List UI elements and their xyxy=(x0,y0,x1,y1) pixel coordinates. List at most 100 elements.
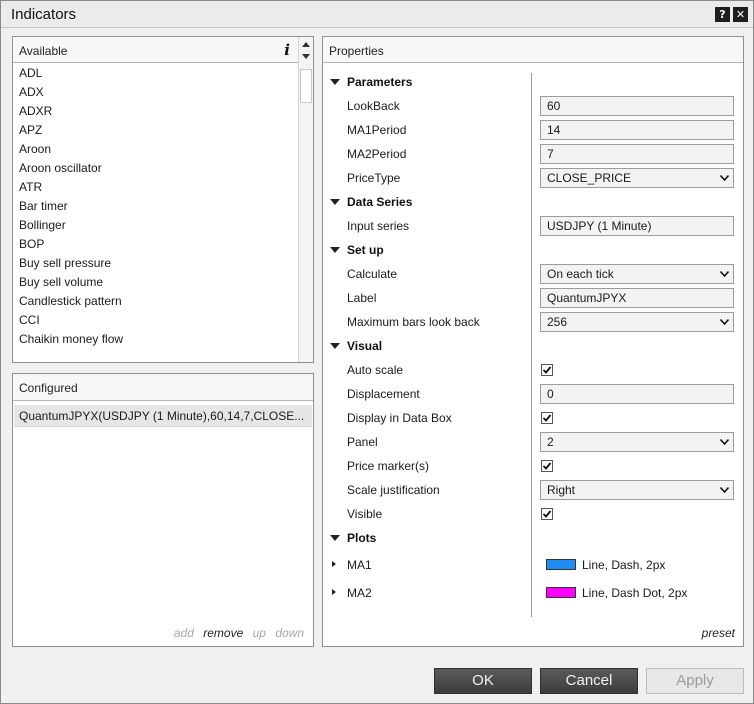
list-item[interactable]: BOP xyxy=(13,235,299,254)
property-scale-justification: Scale justification Right xyxy=(323,478,735,502)
configured-panel: Configured QuantumJPYX(USDJPY (1 Minute)… xyxy=(12,373,314,647)
property-label: LookBack xyxy=(347,99,400,113)
list-item[interactable]: ATR xyxy=(13,178,299,197)
configured-item[interactable]: QuantumJPYX(USDJPY (1 Minute),60,14,7,CL… xyxy=(14,405,312,427)
chevron-down-icon xyxy=(720,487,729,493)
list-item[interactable]: APZ xyxy=(13,121,299,140)
ma1-color-swatch[interactable] xyxy=(546,559,576,570)
list-item[interactable]: Aroon oscillator xyxy=(13,159,299,178)
help-icon[interactable]: ? xyxy=(715,7,730,22)
collapse-icon[interactable] xyxy=(330,535,340,541)
close-icon[interactable]: ✕ xyxy=(733,7,748,22)
checkmark-icon xyxy=(542,366,552,374)
list-item[interactable]: ADXR xyxy=(13,102,299,121)
category-parameters[interactable]: Parameters xyxy=(323,70,735,94)
list-item[interactable]: Aroon xyxy=(13,140,299,159)
property-max-bars: Maximum bars look back 256 xyxy=(323,310,735,334)
collapse-icon[interactable] xyxy=(330,79,340,85)
property-label: Input series xyxy=(347,219,410,233)
list-item[interactable]: Bollinger xyxy=(13,216,299,235)
scroll-thumb[interactable] xyxy=(300,69,312,103)
plot-ma1[interactable]: MA1 Line, Dash, 2px xyxy=(323,552,735,578)
property-label: Label xyxy=(347,291,377,305)
property-ma1period: MA1Period 14 xyxy=(323,118,735,142)
visible-checkbox[interactable] xyxy=(541,508,553,520)
max-bars-select[interactable]: 256 xyxy=(540,312,734,332)
properties-panel: Properties Parameters LookBack 60 MA1Per… xyxy=(322,36,744,647)
configured-header: Configured xyxy=(13,374,313,401)
displacement-input[interactable]: 0 xyxy=(540,384,734,404)
preset-link[interactable]: preset xyxy=(702,626,735,640)
scale-justification-select[interactable]: Right xyxy=(540,480,734,500)
collapse-icon[interactable] xyxy=(330,247,340,253)
property-ma2period: MA2Period 7 xyxy=(323,142,735,166)
category-data-series[interactable]: Data Series xyxy=(323,190,735,214)
select-value: On each tick xyxy=(547,267,614,281)
expand-icon[interactable] xyxy=(332,561,336,567)
auto-scale-checkbox[interactable] xyxy=(541,364,553,376)
panel-select[interactable]: 2 xyxy=(540,432,734,452)
category-label: Data Series xyxy=(347,195,413,209)
property-lookback: LookBack 60 xyxy=(323,94,735,118)
indicators-window: Indicators ? ✕ Available i ADL ADX ADXR … xyxy=(0,0,754,704)
scroll-down-icon[interactable] xyxy=(302,54,310,59)
list-item[interactable]: Chaikin money flow xyxy=(13,330,299,349)
list-item[interactable]: Candlestick pattern xyxy=(13,292,299,311)
apply-button[interactable]: Apply xyxy=(646,668,744,694)
list-item[interactable]: Bar timer xyxy=(13,197,299,216)
property-label: MA1Period xyxy=(347,123,407,137)
category-plots[interactable]: Plots xyxy=(323,526,735,550)
list-item[interactable]: Buy sell volume xyxy=(13,273,299,292)
property-visible: Visible xyxy=(323,502,735,526)
available-title: Available xyxy=(19,44,68,58)
display-in-data-box-checkbox[interactable] xyxy=(541,412,553,424)
property-auto-scale: Auto scale xyxy=(323,358,735,382)
pricetype-select[interactable]: CLOSE_PRICE xyxy=(540,168,734,188)
up-link[interactable]: up xyxy=(253,626,266,640)
ok-button[interactable]: OK xyxy=(434,668,532,694)
down-link[interactable]: down xyxy=(275,626,304,640)
chevron-down-icon xyxy=(720,175,729,181)
ma2period-input[interactable]: 7 xyxy=(540,144,734,164)
property-calculate: Calculate On each tick xyxy=(323,262,735,286)
label-input[interactable]: QuantumJPYX xyxy=(540,288,734,308)
available-header: Available i xyxy=(13,37,313,63)
configured-title: Configured xyxy=(19,381,78,395)
plot-ma2[interactable]: MA2 Line, Dash Dot, 2px xyxy=(323,580,735,606)
scroll-up-icon[interactable] xyxy=(302,42,310,47)
property-label: Scale justification xyxy=(347,483,440,497)
collapse-icon[interactable] xyxy=(330,199,340,205)
cancel-button[interactable]: Cancel xyxy=(540,668,638,694)
category-set-up[interactable]: Set up xyxy=(323,238,735,262)
collapse-icon[interactable] xyxy=(330,343,340,349)
price-markers-checkbox[interactable] xyxy=(541,460,553,472)
available-scrollbar[interactable] xyxy=(298,37,313,362)
list-item[interactable]: ADX xyxy=(13,83,299,102)
property-display-in-data-box: Display in Data Box xyxy=(323,406,735,430)
ma2-color-swatch[interactable] xyxy=(546,587,576,598)
remove-link[interactable]: remove xyxy=(203,626,243,640)
configured-actions: add remove up down xyxy=(168,626,304,640)
select-value: CLOSE_PRICE xyxy=(547,171,632,185)
info-icon[interactable]: i xyxy=(284,41,290,59)
lookback-input[interactable]: 60 xyxy=(540,96,734,116)
property-panel: Panel 2 xyxy=(323,430,735,454)
property-label: Displacement xyxy=(347,387,420,401)
property-label: Visible xyxy=(347,507,383,521)
property-label: MA2 xyxy=(347,586,372,600)
category-label: Parameters xyxy=(347,75,413,89)
expand-icon[interactable] xyxy=(332,589,336,595)
add-link[interactable]: add xyxy=(174,626,194,640)
list-item[interactable]: CCI xyxy=(13,311,299,330)
available-list: ADL ADX ADXR APZ Aroon Aroon oscillator … xyxy=(13,64,299,361)
property-pricetype: PriceType CLOSE_PRICE xyxy=(323,166,735,190)
ma1period-input[interactable]: 14 xyxy=(540,120,734,140)
property-displacement: Displacement 0 xyxy=(323,382,735,406)
category-visual[interactable]: Visual xyxy=(323,334,735,358)
input-series-field[interactable]: USDJPY (1 Minute) xyxy=(540,216,734,236)
calculate-select[interactable]: On each tick xyxy=(540,264,734,284)
list-item[interactable]: Buy sell pressure xyxy=(13,254,299,273)
property-label: PriceType xyxy=(347,171,401,185)
checkmark-icon xyxy=(542,510,552,518)
list-item[interactable]: ADL xyxy=(13,64,299,83)
